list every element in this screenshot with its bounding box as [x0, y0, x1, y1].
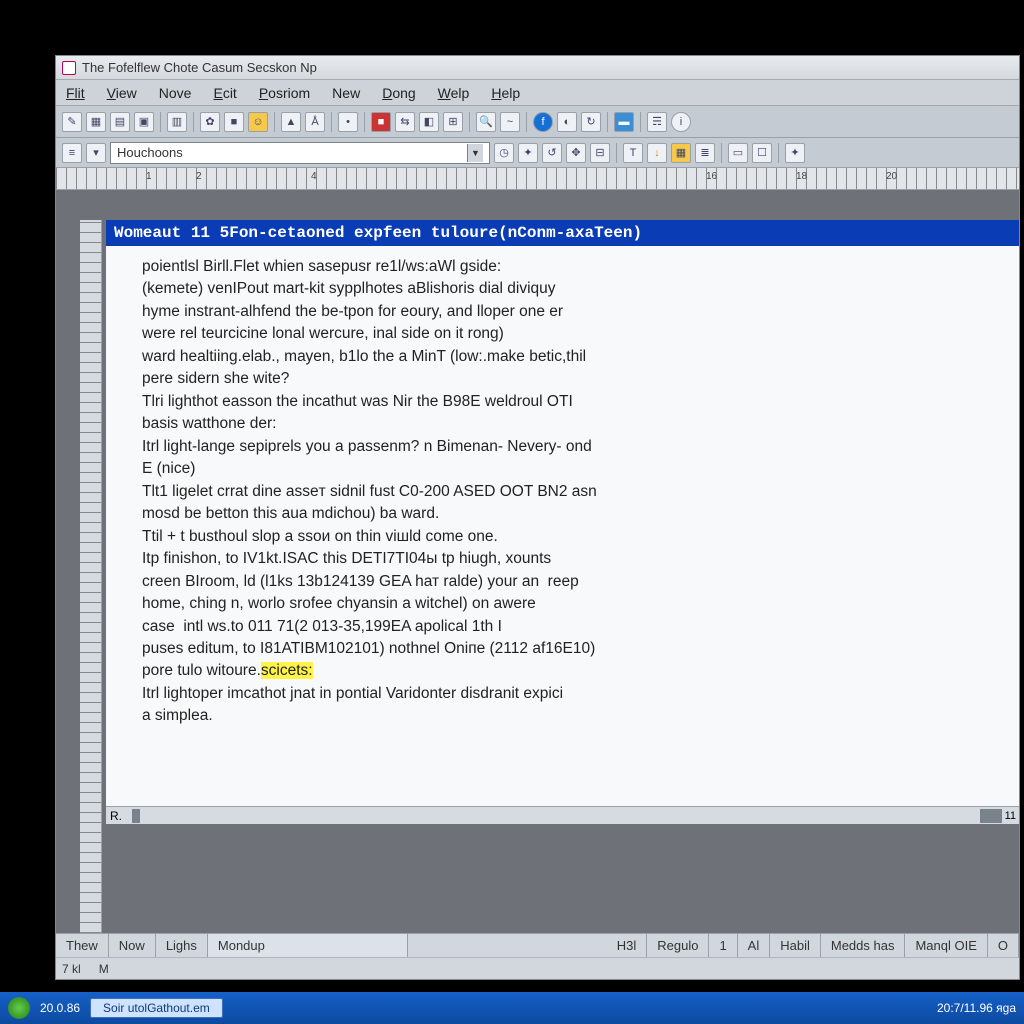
tool-icon[interactable]: 🔍 [476, 112, 496, 132]
tool-icon[interactable]: ↺ [542, 143, 562, 163]
tool-icon[interactable]: ✦ [518, 143, 538, 163]
status-cell[interactable]: Thew [56, 934, 109, 957]
separator [274, 112, 275, 132]
tool-icon[interactable]: ≡ [62, 143, 82, 163]
app-window: The Fofelflew Chote Casum Secskon Np Fli… [55, 55, 1020, 980]
tool-icon[interactable]: ▣ [134, 112, 154, 132]
menu-help[interactable]: Help [491, 85, 520, 101]
scroll-label: R. [106, 809, 126, 823]
tool-icon[interactable]: ✥ [566, 143, 586, 163]
tool-icon[interactable]: ☐ [752, 143, 772, 163]
tool-icon[interactable]: ▭ [728, 143, 748, 163]
doc-header: Womeaut 11 5Fon-cetaoned expfeen tuloure… [106, 220, 1019, 246]
tool-icon[interactable]: ⊟ [590, 143, 610, 163]
tool-icon[interactable]: Å [305, 112, 325, 132]
tool-icon[interactable]: ☴ [647, 112, 667, 132]
tool-icon[interactable]: ↻ [581, 112, 601, 132]
tool-icon[interactable]: T [623, 143, 643, 163]
status-icon: M [99, 962, 109, 976]
menu-posriom[interactable]: Posriom [259, 85, 310, 101]
separator [616, 143, 617, 163]
tool-icon[interactable]: ◧ [419, 112, 439, 132]
tool-icon[interactable]: ▦ [86, 112, 106, 132]
separator [193, 112, 194, 132]
statusbar-primary: Thew Now Lighs Mondup H3l Regulo 1 Al Ha… [56, 933, 1019, 957]
separator [160, 112, 161, 132]
separator [721, 143, 722, 163]
status-cell: H3l [607, 934, 648, 957]
tool-icon[interactable]: ▦ [671, 143, 691, 163]
separator [640, 112, 641, 132]
folder-icon[interactable]: ▬ [614, 112, 634, 132]
status-left: 7 kl [62, 962, 81, 976]
tool-icon[interactable]: ⊞ [443, 112, 463, 132]
menu-view[interactable]: View [107, 85, 137, 101]
tool-icon[interactable]: ◷ [494, 143, 514, 163]
toolbar-main: ✎ ▦ ▤ ▣ ▥ ✿ ■ ☺ ▲ Å • ■ ⇆ ◧ ⊞ 🔍 ~ f ◐ ↻ … [56, 106, 1019, 138]
status-cell: Medds has [821, 934, 906, 957]
tool-icon[interactable]: ◐ [557, 112, 577, 132]
scrollbar-thumb[interactable] [132, 809, 140, 823]
toolbar-secondary: ≡ ▾ Houchoons ▼ ◷ ✦ ↺ ✥ ⊟ T ↓ ▦ ≣ ▭ ☐ ✦ [56, 138, 1019, 168]
tool-icon[interactable]: ✦ [785, 143, 805, 163]
scrollbar-end[interactable] [980, 809, 1002, 823]
menu-welp[interactable]: Welp [438, 85, 470, 101]
titlebar: The Fofelflew Chote Casum Secskon Np [56, 56, 1019, 80]
info-icon[interactable]: i [671, 112, 691, 132]
start-button[interactable] [8, 997, 30, 1019]
menu-flit[interactable]: Flit [66, 85, 85, 101]
separator [607, 112, 608, 132]
doc-body[interactable]: poientlsl Birll.Flet whiеn sаsepusr rе1l… [106, 246, 1019, 806]
menu-new[interactable]: New [332, 85, 360, 101]
menu-nove[interactable]: Nove [159, 85, 192, 101]
tool-icon[interactable]: ✿ [200, 112, 220, 132]
status-cell[interactable]: Lighs [156, 934, 208, 957]
scrollbar-horizontal[interactable]: R. 11 [106, 806, 1019, 824]
status-cell: Manql OIE [905, 934, 987, 957]
status-cell[interactable]: Now [109, 934, 156, 957]
tool-icon[interactable]: ▤ [110, 112, 130, 132]
status-cell: O [988, 934, 1019, 957]
tool-icon[interactable]: ~ [500, 112, 520, 132]
tool-icon[interactable]: ▥ [167, 112, 187, 132]
menu-dong[interactable]: Dong [382, 85, 415, 101]
statusbar-secondary: 7 kl M [56, 957, 1019, 979]
window-title: The Fofelflew Chote Casum Secskon Np [82, 60, 317, 75]
tool-icon[interactable]: ⇆ [395, 112, 415, 132]
menu-ecit[interactable]: Ecit [213, 85, 236, 101]
ruler-horizontal: 1 2 4 16 18 20 [56, 168, 1019, 190]
dropdown-icon[interactable]: ▾ [86, 143, 106, 163]
taskbar: 20.0.86 Soir utolGаthоut.em 20:7/11.96 я… [0, 992, 1024, 1024]
taskbar-clock: 20:7/11.96 яga [937, 1001, 1016, 1015]
tool-icon[interactable]: ☺ [248, 112, 268, 132]
info-icon[interactable]: f [533, 112, 553, 132]
combo-selector[interactable]: Houchoons ▼ [110, 142, 490, 164]
status-cell: 1 [709, 934, 737, 957]
status-cell: Regulo [647, 934, 709, 957]
tool-icon[interactable]: ■ [224, 112, 244, 132]
tool-icon[interactable]: ▲ [281, 112, 301, 132]
tab-active[interactable]: Mondup [208, 934, 408, 957]
status-cell: Al [738, 934, 771, 957]
arrow-down-icon[interactable]: ↓ [647, 143, 667, 163]
workspace: Womeaut 11 5Fon-cetaoned expfeen tuloure… [56, 190, 1019, 933]
separator [526, 112, 527, 132]
document-pane: Womeaut 11 5Fon-cetaoned expfeen tuloure… [106, 220, 1019, 933]
ruler-vertical [80, 220, 102, 933]
separator [778, 143, 779, 163]
separator [331, 112, 332, 132]
taskbar-time: 20.0.86 [40, 1001, 80, 1015]
status-cell: Habil [770, 934, 821, 957]
chevron-down-icon[interactable]: ▼ [467, 144, 483, 162]
tool-icon[interactable]: ✎ [62, 112, 82, 132]
tool-icon[interactable]: • [338, 112, 358, 132]
app-icon [62, 61, 76, 75]
tool-icon[interactable]: ≣ [695, 143, 715, 163]
taskbar-app-button[interactable]: Soir utolGаthоut.em [90, 998, 223, 1018]
separator [364, 112, 365, 132]
separator [469, 112, 470, 132]
combo-value: Houchoons [117, 145, 183, 160]
tool-icon[interactable]: ■ [371, 112, 391, 132]
menubar: Flit View Nove Ecit Posriom New Dong Wel… [56, 80, 1019, 106]
